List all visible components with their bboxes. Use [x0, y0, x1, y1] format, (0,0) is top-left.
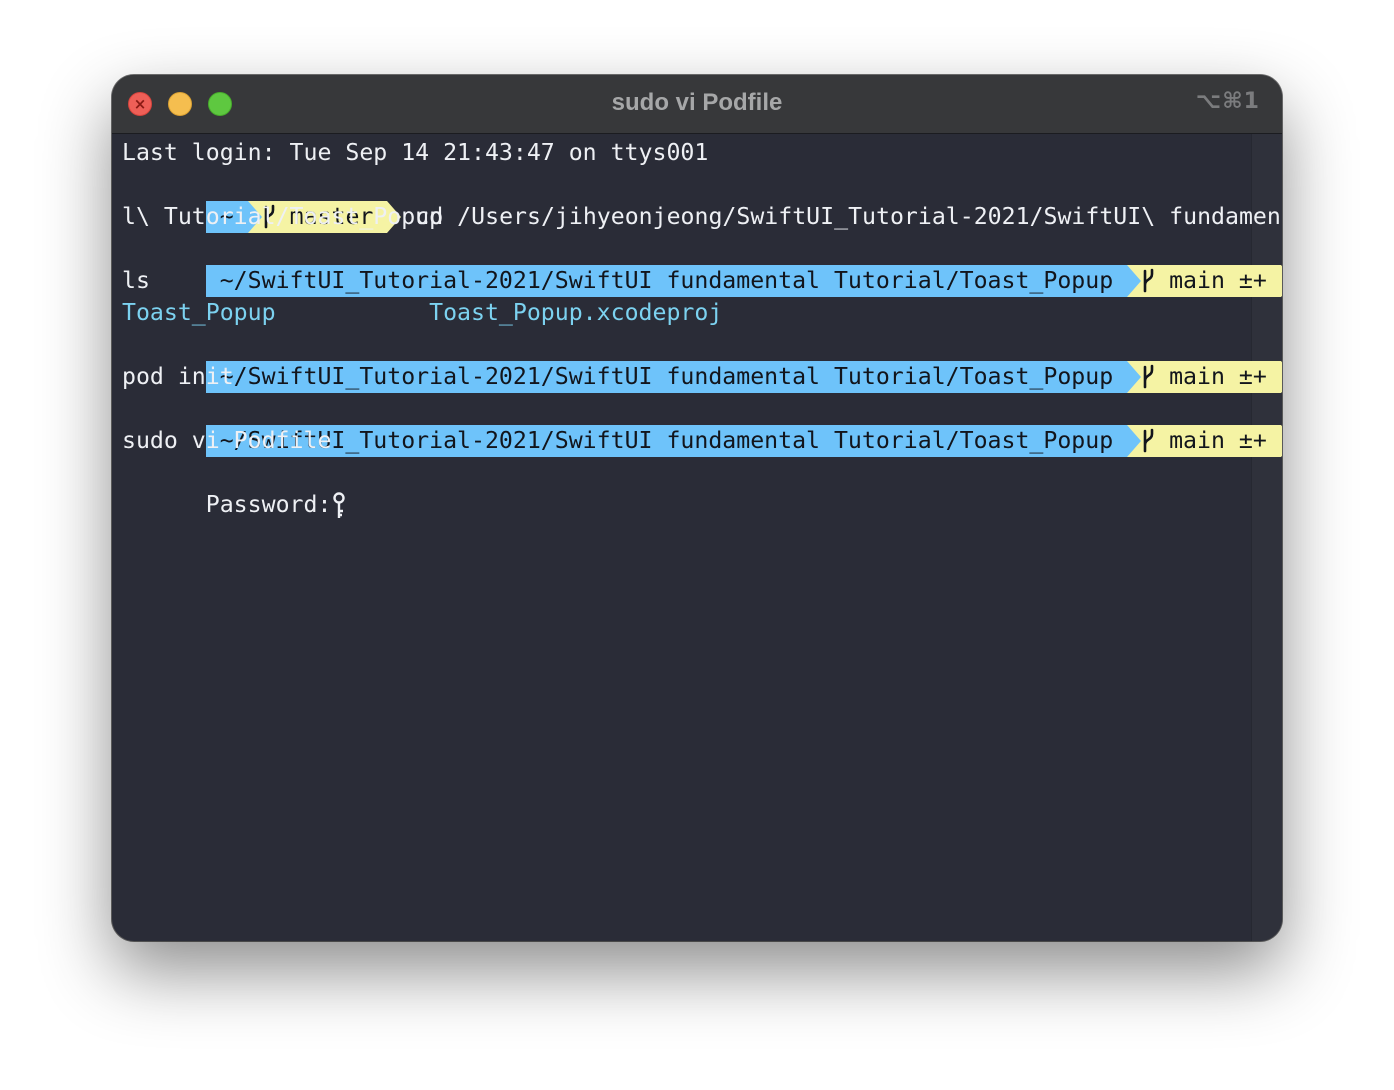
terminal-output[interactable]: Last login: Tue Sep 14 21:43:47 on ttys0… [122, 137, 1282, 518]
last-login-line: Last login: Tue Sep 14 21:43:47 on ttys0… [122, 139, 709, 166]
window-title: sudo vi Podfile [611, 89, 783, 116]
prompt-line: ~/SwiftUI_Tutorial-2021/SwiftUI fundamen… [122, 233, 1282, 297]
scrollbar[interactable] [1251, 134, 1282, 941]
command-line: pod init [122, 363, 234, 390]
prompt-line: ~/SwiftUI_Tutorial-2021/SwiftUI fundamen… [122, 329, 1282, 393]
terminal-window: × sudo vi Podfile ⌥⌘1 Last login: Tue Se… [112, 75, 1282, 941]
directory-entry: Toast_Popup [122, 299, 276, 326]
key-icon [331, 489, 347, 521]
prompt-end-icon [1280, 361, 1282, 393]
prompt-end-icon [1280, 265, 1282, 297]
password-prompt: Password: [205, 491, 332, 518]
tab-shortcut: ⌥⌘1 [1195, 89, 1260, 114]
ls-output-line: Toast_Popup Toast_Popup.xcodeproj [122, 297, 1242, 329]
prompt-end-icon [1280, 425, 1282, 457]
prompt-line: ~ master cd /Users/jihyeonjeong/SwiftUI_… [122, 169, 1282, 233]
command-line: sudo vi Podfile [122, 427, 332, 454]
password-line[interactable]: Password: [122, 457, 1242, 518]
title-bar: × sudo vi Podfile ⌥⌘1 [112, 75, 1282, 134]
command-line: ls [122, 267, 150, 294]
directory-entry: Toast_Popup.xcodeproj [429, 299, 723, 326]
prompt-line: ~/SwiftUI_Tutorial-2021/SwiftUI fundamen… [122, 393, 1282, 457]
command-wrap-line: l\ Tutorial/Toast_Popup [122, 203, 444, 230]
